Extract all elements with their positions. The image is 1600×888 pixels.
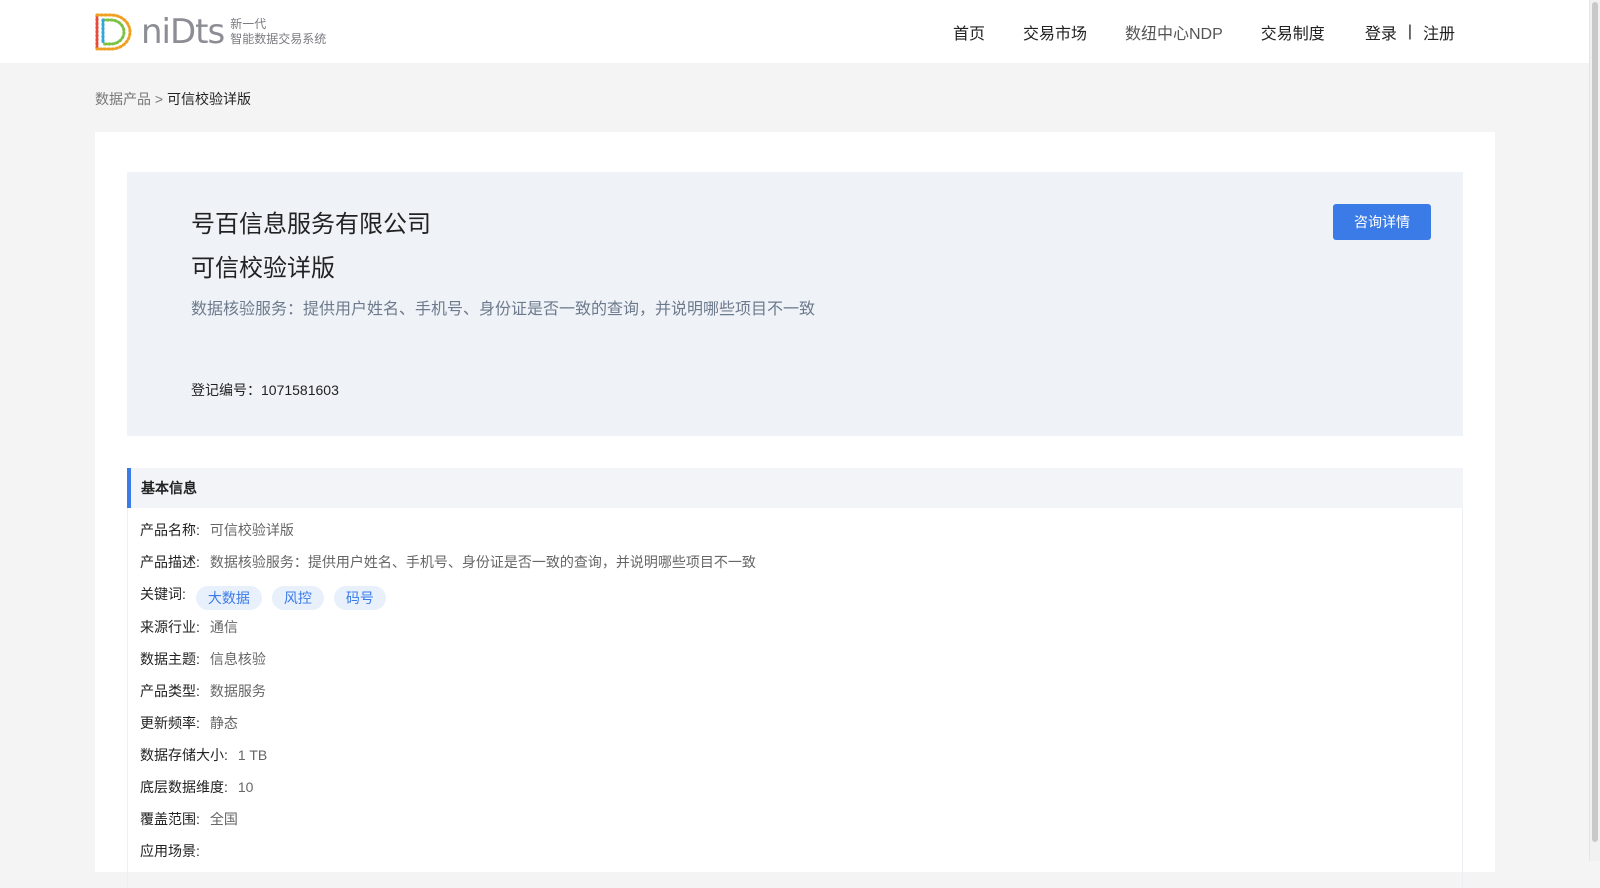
product-title: 可信校验详版 — [191, 255, 335, 282]
info-row-storage-size: 数据存储大小: 1 TB — [140, 745, 267, 765]
main-nav: 首页 交易市场 数纽中心NDP 交易制度 登录 | 注册 — [915, 0, 1455, 63]
info-value: 通信 — [209, 619, 238, 635]
info-value: 信息核验 — [209, 651, 266, 667]
breadcrumb-separator: > — [151, 91, 167, 107]
product-detail-card: 号百信息服务有限公司 可信校验详版 数据核验服务：提供用户姓名、手机号、身份证是… — [95, 132, 1495, 888]
keyword-tag[interactable]: 大数据 — [195, 586, 262, 610]
info-label: 产品描述: — [140, 554, 200, 570]
info-label: 来源行业: — [140, 619, 200, 635]
info-label: 底层数据维度: — [140, 779, 228, 795]
info-row-keywords: 关键词: 大数据 风控 码号 — [140, 582, 396, 610]
info-value: 10 — [237, 779, 254, 795]
info-value: 数据服务 — [209, 683, 266, 699]
nav-home[interactable]: 首页 — [953, 20, 985, 44]
keyword-tags: 大数据 风控 码号 — [195, 586, 396, 610]
info-label: 数据主题: — [140, 651, 200, 667]
logo-tagline-line-2: 智能数据交易系统 — [230, 32, 327, 46]
site-logo[interactable]: niDts 新一代 智能数据交易系统 — [93, 11, 326, 53]
product-hero: 号百信息服务有限公司 可信校验详版 数据核验服务：提供用户姓名、手机号、身份证是… — [127, 172, 1463, 436]
scrollbar-thumb[interactable] — [1592, 2, 1598, 842]
info-row-industry: 来源行业: 通信 — [140, 617, 238, 637]
breadcrumb-parent[interactable]: 数据产品 — [95, 91, 151, 107]
info-label: 产品类型: — [140, 683, 200, 699]
info-row-description: 产品描述: 数据核验服务：提供用户姓名、手机号、身份证是否一致的查询，并说明哪些… — [140, 552, 756, 572]
info-label: 数据存储大小: — [140, 747, 228, 763]
product-summary: 数据核验服务：提供用户姓名、手机号、身份证是否一致的查询，并说明哪些项目不一致 — [191, 301, 816, 318]
auth-links: 登录 | 注册 — [1365, 20, 1455, 44]
basic-info-list: 产品名称: 可信校验详版 产品描述: 数据核验服务：提供用户姓名、手机号、身份证… — [127, 508, 1463, 888]
consult-details-button[interactable]: 咨询详情 — [1333, 204, 1431, 240]
page-scrollbar[interactable] — [1589, 0, 1600, 861]
nav-ndp[interactable]: 数纽中心NDP — [1125, 20, 1223, 44]
info-row-product-type: 产品类型: 数据服务 — [140, 681, 266, 701]
info-value: 数据核验服务：提供用户姓名、手机号、身份证是否一致的查询，并说明哪些项目不一致 — [209, 554, 756, 570]
info-label: 应用场景: — [140, 843, 200, 859]
info-label: 产品名称: — [140, 522, 200, 538]
basic-info-heading: 基本信息 — [127, 468, 1463, 508]
register-link[interactable]: 注册 — [1423, 20, 1455, 44]
info-row-update-frequency: 更新频率: 静态 — [140, 713, 238, 733]
info-value: 1 TB — [237, 747, 268, 763]
breadcrumb-current: 可信校验详版 — [166, 91, 251, 107]
keyword-tag[interactable]: 风控 — [271, 586, 324, 610]
info-row-product-name: 产品名称: 可信校验详版 — [140, 520, 294, 540]
info-row-dimensions: 底层数据维度: 10 — [140, 777, 253, 797]
info-value: 全国 — [209, 811, 238, 827]
logo-wordmark: niDts — [141, 12, 225, 52]
nav-market[interactable]: 交易市场 — [1023, 20, 1087, 44]
info-label: 更新频率: — [140, 715, 200, 731]
breadcrumb: 数据产品 > 可信校验详版 — [95, 89, 251, 109]
info-value: 静态 — [209, 715, 238, 731]
login-link[interactable]: 登录 — [1365, 20, 1397, 44]
logo-tagline: 新一代 智能数据交易系统 — [230, 17, 326, 47]
nav-rules[interactable]: 交易制度 — [1261, 20, 1325, 44]
company-name: 号百信息服务有限公司 — [191, 211, 431, 238]
logo-d-icon — [95, 13, 132, 51]
info-label: 覆盖范围: — [140, 811, 200, 827]
info-label: 关键词: — [140, 586, 186, 602]
logo-tagline-line-1: 新一代 — [230, 17, 267, 31]
info-row-scenarios: 应用场景: — [140, 841, 210, 861]
top-navigation-bar: niDts 新一代 智能数据交易系统 首页 交易市场 数纽中心NDP 交易制度 … — [0, 0, 1590, 63]
info-row-theme: 数据主题: 信息核验 — [140, 649, 266, 669]
keyword-tag[interactable]: 码号 — [333, 586, 386, 610]
info-value: 可信校验详版 — [209, 522, 294, 538]
auth-separator: | — [1407, 22, 1412, 40]
info-row-coverage: 覆盖范围: 全国 — [140, 809, 238, 829]
registration-number: 登记编号：1071581603 — [191, 382, 339, 398]
